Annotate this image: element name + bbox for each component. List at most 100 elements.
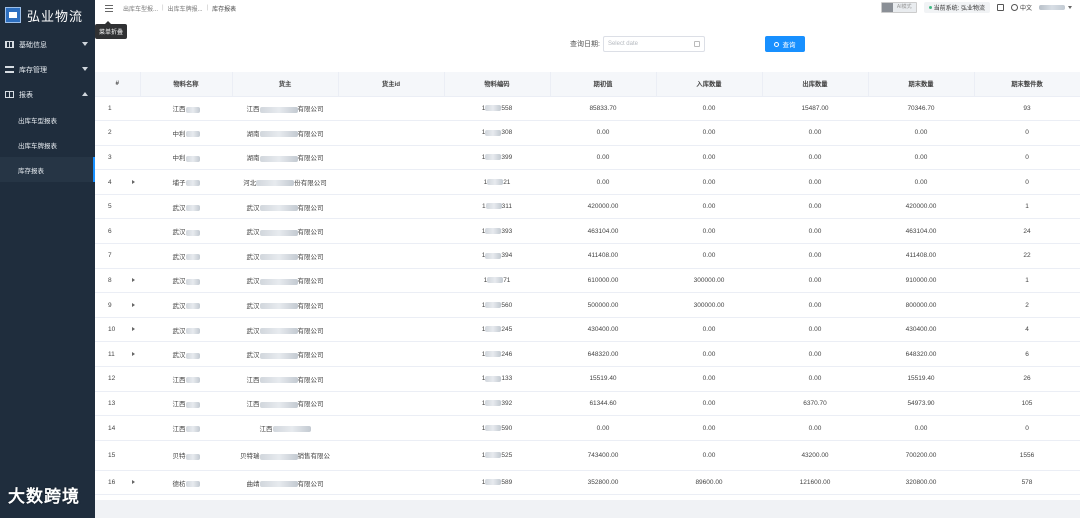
opening-value-cell: 500000.00: [550, 292, 656, 318]
menu-collapse-icon[interactable]: [105, 4, 114, 12]
redacted-text: [185, 401, 200, 408]
closing-pieces-cell: 1: [974, 194, 1080, 220]
table-row[interactable]: 12 江西 江西 有限公司 1 133 15519.40 0.00 0.00 15519.40 26: [95, 366, 1080, 392]
inbound-qty-cell: 0.00: [656, 243, 762, 269]
material-name-cell: 武汉: [140, 243, 232, 269]
row-index: 15: [95, 440, 140, 471]
redacted-text: [185, 480, 200, 487]
closing-qty-cell: 430400.00: [868, 317, 974, 343]
language-switch[interactable]: 中文: [1010, 3, 1032, 12]
closing-qty-cell: 15519.40: [868, 366, 974, 392]
calendar-icon: [693, 41, 700, 47]
redacted-text: [485, 479, 502, 486]
table-row[interactable]: 6 武汉 武汉 有限公司 1 393 463104.00 0.00 0.00 463104.00 2…: [95, 218, 1080, 245]
sidebar-subitem-outbound-plate-report[interactable]: 出库车牌报表: [0, 132, 95, 157]
filter-bar: 查询日期: Select date 查询: [95, 16, 1080, 72]
app-logo[interactable]: 弘业物流: [0, 0, 95, 30]
opening-value-cell: 463104.00: [550, 218, 656, 245]
system-badge[interactable]: 当前系统: 弘业物流: [923, 2, 990, 13]
sidebar-subitem-outbound-model-report[interactable]: 出库车型报表: [0, 107, 95, 132]
material-code-cell: 1 399: [444, 145, 550, 171]
inbound-qty-cell: 0.00: [656, 341, 762, 368]
user-menu[interactable]: [1039, 5, 1072, 10]
closing-qty-cell: 420000.00: [868, 194, 974, 220]
owner-id-cell: [338, 169, 444, 195]
sidebar-item-inventory-mgmt[interactable]: 库存管理: [0, 57, 95, 82]
redacted-text: [485, 129, 502, 136]
toggle-knob: [881, 3, 893, 12]
expand-row-icon[interactable]: [132, 179, 135, 184]
closing-pieces-cell: 1: [974, 268, 1080, 294]
owner-cell: 江西 有限公司: [232, 391, 338, 417]
top-navbar: 出库车型报... | 出库车牌报... | 库存报表 AI模式 当前系统: 弘业…: [95, 0, 1080, 16]
sidebar-subitem-inventory-report[interactable]: 库存报表: [0, 157, 95, 182]
tool-icon[interactable]: [996, 4, 1004, 11]
inbound-qty-cell: 0.00: [656, 120, 762, 146]
table-row[interactable]: 4 埔子 河北 份有限公司 1 21 0.00 0.00 0.00 0.00 0: [95, 169, 1080, 195]
breadcrumb-item[interactable]: 出库车牌报...: [168, 4, 203, 13]
ai-mode-toggle[interactable]: AI模式: [880, 2, 917, 13]
inbound-qty-cell: 0.00: [656, 194, 762, 220]
expand-row-icon[interactable]: [132, 302, 135, 307]
table-row[interactable]: 5 武汉 武汉 有限公司 1 311 420000.00 0.00 0.00 420000.00 1: [95, 194, 1080, 220]
material-code-cell: 1 525: [444, 440, 550, 471]
row-index: 5: [95, 194, 140, 220]
breadcrumb-current[interactable]: 库存报表: [212, 4, 236, 13]
date-picker-input[interactable]: Select date: [602, 36, 705, 52]
table-row[interactable]: 14 江西 江西 1 590 0.00 0.00 0.00 0.00 0: [95, 415, 1080, 441]
column-header: #: [95, 72, 141, 97]
breadcrumb-item[interactable]: 出库车型报...: [123, 4, 158, 13]
material-name-cell: 武汉: [140, 292, 232, 318]
sidebar: 弘业物流 基础信息 库存管理 报表 出库车型报表 出库车牌报表 库存报表: [0, 0, 95, 518]
inbound-qty-cell: 0.00: [656, 391, 762, 417]
material-code-cell: 1 394: [444, 243, 550, 269]
owner-id-cell: [338, 317, 444, 343]
material-code-cell: 1 133: [444, 366, 550, 392]
closing-qty-cell: 0.00: [868, 415, 974, 441]
owner-id-cell: [338, 440, 444, 471]
material-name-cell: 武汉: [140, 218, 232, 245]
opening-value-cell: 648320.00: [550, 341, 656, 368]
sidebar-item-reports[interactable]: 报表: [0, 82, 95, 107]
table-row[interactable]: 13 江西 江西 有限公司 1 392 61344.60 0.00 6370.70 54973.9…: [95, 391, 1080, 417]
table-row[interactable]: 9 武汉 武汉 有限公司 1 560 500000.00 300000.00 0.00 80000…: [95, 292, 1080, 318]
opening-value-cell: 610000.00: [550, 268, 656, 294]
table-row[interactable]: 10 武汉 武汉 有限公司 1 245 430400.00 0.00 0.00 430400.00…: [95, 317, 1080, 343]
expand-row-icon[interactable]: [132, 351, 135, 356]
owner-id-cell: [338, 145, 444, 171]
outbound-qty-cell: 0.00: [762, 194, 868, 220]
search-icon: [774, 41, 780, 47]
chevron-up-icon: [82, 92, 88, 96]
inventory-table: # 物料名称 货主 货主id 物料编码 期初值 入库数量 出库数量 期末数量 期末整件数 1 江西江…: [95, 72, 1080, 496]
outbound-qty-cell: 0.00: [762, 243, 868, 269]
caret-down-icon: [1068, 6, 1072, 9]
redacted-text: [259, 453, 298, 460]
row-index: 3: [95, 145, 140, 171]
table-row[interactable]: 3 中利 湖南 有限公司 1 399 0.00 0.00 0.00 0.00 0: [95, 145, 1080, 171]
expand-row-icon[interactable]: [132, 327, 135, 332]
language-label: 中文: [1019, 6, 1032, 12]
opening-value-cell: 85833.70: [550, 96, 656, 122]
material-code-cell: 1 246: [444, 341, 550, 368]
owner-cell: 江西 有限公司: [232, 96, 338, 122]
expand-row-icon[interactable]: [132, 277, 135, 282]
table-row[interactable]: 1 江西 江西 有限公司 1 558 85833.70 0.00 15487.00 70346.7…: [95, 96, 1080, 122]
row-index: 7: [95, 243, 140, 269]
table-row[interactable]: 11 武汉 武汉 有限公司 1 246 648320.00 0.00 0.00 648320.00…: [95, 341, 1080, 368]
table-row[interactable]: 15 贝特 贝特瑞 销售有限公 1 525 743400.00 0.00 43200.00 700…: [95, 440, 1080, 471]
material-name-cell: 武汉: [140, 317, 232, 343]
redacted-text: [485, 105, 502, 112]
table-row[interactable]: 8 武汉 武汉 有限公司 1 71 610000.00 300000.00 0.00 910000…: [95, 268, 1080, 294]
table-row[interactable]: 2 中利 湖南 有限公司 1 308 0.00 0.00 0.00 0.00 0: [95, 120, 1080, 146]
expand-row-icon[interactable]: [132, 480, 135, 485]
table-row[interactable]: 16 德枋 曲靖 有限公司 1 589 352800.00 89600.00 121600.00…: [95, 470, 1080, 496]
globe-icon: [1010, 4, 1018, 11]
material-code-cell: 1 308: [444, 120, 550, 146]
redacted-text: [185, 131, 200, 138]
table-row[interactable]: 7 武汉 武汉 有限公司 1 394 411408.00 0.00 0.00 411408.00 2…: [95, 243, 1080, 269]
sidebar-item-basic-info[interactable]: 基础信息: [0, 32, 95, 57]
redacted-text: [185, 229, 200, 236]
inbound-qty-cell: 89600.00: [656, 470, 762, 496]
query-button[interactable]: 查询: [764, 36, 805, 52]
closing-pieces-cell: 24: [974, 218, 1080, 245]
